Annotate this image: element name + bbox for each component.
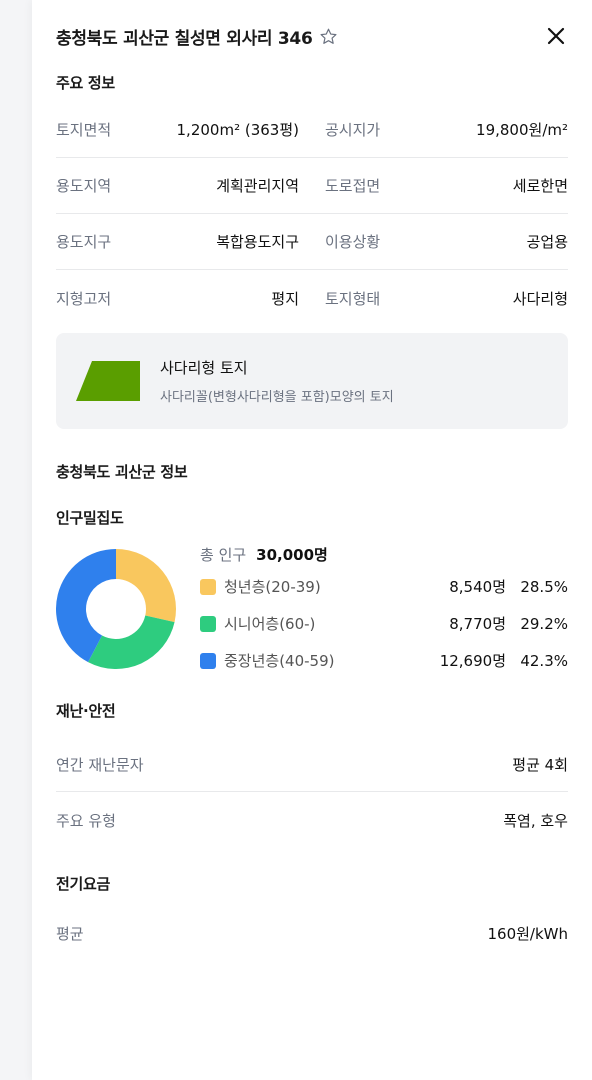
- land-shape-title: 사다리형 토지: [160, 359, 248, 377]
- info-value: 사다리형: [512, 289, 568, 308]
- info-value: 복합용도지구: [216, 233, 299, 251]
- donut-slice-youth: [116, 549, 176, 623]
- info-label: 용도지역: [56, 177, 112, 195]
- legend-count: 8,770명: [449, 615, 506, 633]
- total-population: 총 인구 30,000명: [200, 540, 568, 568]
- star-outline-icon[interactable]: [318, 26, 338, 46]
- safety-value: 폭염, 호우: [503, 811, 568, 830]
- legend-label: 시니어층(60-): [224, 615, 316, 633]
- legend-percent: 29.2%: [520, 614, 568, 633]
- info-cell-zoning-district: 용도지구 복합용도지구: [56, 231, 299, 252]
- info-label: 도로접면: [325, 177, 381, 195]
- region-info-title: 충청북도 괴산군 정보: [56, 463, 188, 481]
- population-density-title: 인구밀집도: [56, 509, 124, 527]
- panel-header: 충청북도 괴산군 칠성면 외사리 346: [56, 20, 568, 52]
- legend-label: 중장년층(40-59): [224, 652, 335, 670]
- info-cell-official-price: 공시지가 19,800원/m²: [325, 119, 568, 140]
- trapezoid-shape-icon: [76, 361, 140, 401]
- donut-slice-senior: [88, 615, 175, 669]
- info-cell-zoning-area: 용도지역 계획관리지역: [56, 175, 299, 196]
- safety-row-alerts: 연간 재난문자 평균 4회: [56, 736, 568, 792]
- total-population-value: 30,000명: [256, 545, 328, 564]
- info-label: 공시지가: [325, 121, 381, 139]
- info-row: 지형고저 평지 토지형태 사다리형: [56, 270, 568, 326]
- land-shape-card: 사다리형 토지 사다리꼴(변형사다리형을 포함)모양의 토지: [56, 333, 568, 429]
- info-label: 용도지구: [56, 233, 112, 251]
- safety-value: 평균 4회: [512, 755, 568, 774]
- land-shape-description: 사다리꼴(변형사다리형을 포함)모양의 토지: [160, 390, 394, 405]
- legend-count: 8,540명: [449, 578, 506, 596]
- info-value: 공업용: [526, 233, 568, 251]
- info-cell-road-access: 도로접면 세로한면: [325, 175, 568, 196]
- safety-label: 주요 유형: [56, 811, 116, 830]
- total-population-label: 총 인구: [200, 545, 247, 564]
- electricity-value: 160원/kWh: [487, 924, 568, 943]
- land-detail-panel: 충청북도 괴산군 칠성면 외사리 346 주요 정보 토지면적 1,200m² …: [32, 0, 592, 1080]
- info-label: 토지형태: [325, 289, 381, 308]
- population-legend: 총 인구 30,000명 청년층(20-39) 8,540명 28.5% 시니어…: [200, 540, 568, 679]
- info-cell-land-use: 이용상황 공업용: [325, 231, 568, 252]
- legend-percent: 28.5%: [520, 577, 568, 596]
- legend-label: 청년층(20-39): [224, 578, 321, 596]
- safety-row-types: 주요 유형 폭염, 호우: [56, 792, 568, 848]
- info-cell-land-shape: 토지형태 사다리형: [325, 288, 568, 309]
- close-icon[interactable]: [544, 24, 568, 48]
- electricity-title: 전기요금: [56, 875, 111, 893]
- legend-row-senior: 시니어층(60-) 8,770명 29.2%: [200, 605, 568, 642]
- main-info-grid: 토지면적 1,200m² (363평) 공시지가 19,800원/m² 용도지역…: [56, 102, 568, 326]
- info-value: 세로한면: [512, 177, 568, 195]
- main-info-title: 주요 정보: [56, 74, 115, 92]
- info-row: 토지면적 1,200m² (363평) 공시지가 19,800원/m²: [56, 102, 568, 158]
- safety-title: 재난·안전: [56, 702, 116, 720]
- info-value: 계획관리지역: [216, 177, 299, 195]
- safety-label: 연간 재난문자: [56, 755, 144, 774]
- info-label: 이용상황: [325, 233, 381, 251]
- info-value: 19,800원/m²: [476, 121, 568, 139]
- info-row: 용도지구 복합용도지구 이용상황 공업용: [56, 214, 568, 270]
- legend-row-middle-age: 중장년층(40-59) 12,690명 42.3%: [200, 642, 568, 679]
- legend-swatch: [200, 615, 216, 632]
- info-cell-land-area: 토지면적 1,200m² (363평): [56, 119, 299, 140]
- legend-swatch: [200, 652, 216, 669]
- address-title: 충청북도 괴산군 칠성면 외사리 346: [56, 28, 313, 49]
- electricity-row: 평균 160원/kWh: [56, 905, 568, 961]
- info-value: 1,200m² (363평): [176, 121, 299, 139]
- info-label: 지형고저: [56, 289, 112, 308]
- population-donut-chart: [56, 549, 176, 669]
- legend-count: 12,690명: [439, 652, 506, 670]
- info-cell-terrain-height: 지형고저 평지: [56, 288, 299, 309]
- info-label: 토지면적: [56, 121, 112, 139]
- legend-row-youth: 청년층(20-39) 8,540명 28.5%: [200, 568, 568, 605]
- electricity-label: 평균: [56, 924, 84, 943]
- legend-swatch: [200, 578, 216, 595]
- info-value: 평지: [271, 289, 299, 308]
- info-row: 용도지역 계획관리지역 도로접면 세로한면: [56, 158, 568, 214]
- legend-percent: 42.3%: [520, 651, 568, 670]
